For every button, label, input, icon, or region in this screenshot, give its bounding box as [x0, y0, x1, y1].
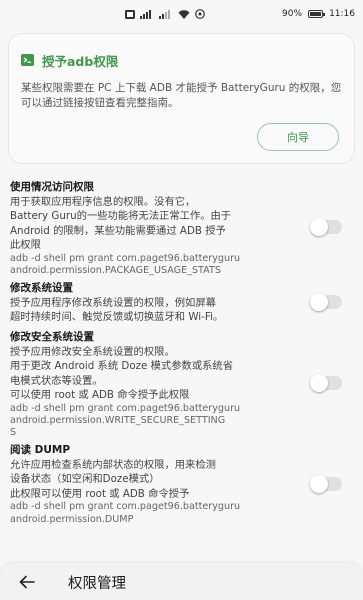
permission-description-line: 可以使用 root 或 ADB 命令授予此权限 — [10, 389, 190, 402]
toggle-knob — [310, 218, 328, 236]
dump-toggle[interactable] — [310, 475, 342, 493]
permission-dump: 阅读 DUMP 允许应用检查系统内部状态的权限，用来检测 设备状态（如空闲和Do… — [10, 443, 310, 526]
card-description: 某些权限需要在 PC 上下载 ADB 才能授予 BatteryGuru 的权限，… — [21, 82, 342, 109]
usage-stats-toggle[interactable] — [310, 218, 342, 236]
permission-title: 修改安全系统设置 — [10, 331, 94, 343]
toggle-knob — [310, 293, 328, 311]
card-header: 授予adb权限 — [21, 51, 118, 70]
toggle-knob — [310, 475, 328, 493]
permission-description-line: 超时持续时间、触觉反馈或切换蓝牙和 Wi-Fi。 — [10, 311, 224, 324]
adb-icon — [21, 51, 34, 70]
wifi-icon — [178, 9, 190, 19]
page-title: 权限管理 — [68, 576, 126, 592]
permission-description-line: 此权限 — [10, 239, 41, 252]
sim-icon — [125, 9, 135, 19]
status-right: 90% 11:16 — [282, 9, 355, 19]
permission-description-line: Android 的限制，某些功能需要通过 ADB 授予 — [10, 224, 226, 237]
permission-description-line: Battery Guru的一些功能将无法正常工作。由于 — [10, 210, 232, 223]
card-title: 授予adb权限 — [42, 54, 119, 69]
guide-button[interactable]: 向导 — [257, 123, 339, 151]
write-secure-settings-toggle[interactable] — [310, 374, 342, 392]
battery-percent: 90% — [282, 9, 303, 19]
permission-title: 使用情况访问权限 — [10, 181, 94, 193]
permission-title: 阅读 DUMP — [10, 444, 71, 456]
permission-description-line: 授予应用修改安全系统设置的权限。 — [10, 346, 175, 358]
permission-description-line: 用于更改 Android 系统 Doze 模式参数或系统省 — [10, 360, 234, 373]
clock: 11:16 — [329, 9, 355, 19]
adb-command: adb -d shell pm grant com.paget96.batter… — [10, 252, 241, 276]
signal-2-icon — [159, 9, 173, 19]
permission-description-line: 允许应用检查系统内部状态的权限，用来检测 — [10, 459, 216, 471]
permission-description-line: 此权限可以使用 root 或 ADB 命令授予 — [10, 487, 190, 500]
toggle-knob — [310, 374, 328, 392]
write-settings-toggle[interactable] — [310, 293, 342, 311]
adb-permission-card: 授予adb权限 某些权限需要在 PC 上下载 ADB 才能授予 BatteryG… — [8, 33, 355, 164]
permission-title: 修改系统设置 — [10, 282, 73, 294]
adb-command: adb -d shell pm grant com.paget96.batter… — [10, 402, 241, 439]
permission-description-line: 电模式状态等设置。 — [10, 374, 103, 387]
status-icons — [125, 9, 205, 19]
nfc-icon — [195, 9, 205, 19]
adb-command: adb -d shell pm grant com.paget96.batter… — [10, 501, 241, 525]
permission-usage-stats: 使用情况访问权限 用于获取应用程序信息的权限。没有它， Battery Guru… — [10, 180, 310, 277]
permission-description-line: 用于获取应用程序信息的权限。没有它， — [10, 196, 196, 208]
status-bar: 90% 11:16 — [0, 0, 363, 30]
bottom-app-bar: 权限管理 — [0, 563, 363, 600]
signal-1-icon — [140, 9, 154, 19]
permission-description-line: 设备状态（如空闲和Doze模式） — [10, 473, 160, 486]
permission-write-secure-settings: 修改安全系统设置 授予应用修改安全系统设置的权限。 用于更改 Android 系… — [10, 330, 310, 440]
battery-icon — [308, 10, 326, 18]
permission-write-settings: 修改系统设置 授予应用程序修改系统设置的权限，例如屏幕 超时持续时间、触觉反馈或… — [10, 281, 310, 325]
back-arrow-icon[interactable] — [16, 571, 38, 593]
permission-description-line: 授予应用程序修改系统设置的权限，例如屏幕 — [10, 297, 216, 309]
